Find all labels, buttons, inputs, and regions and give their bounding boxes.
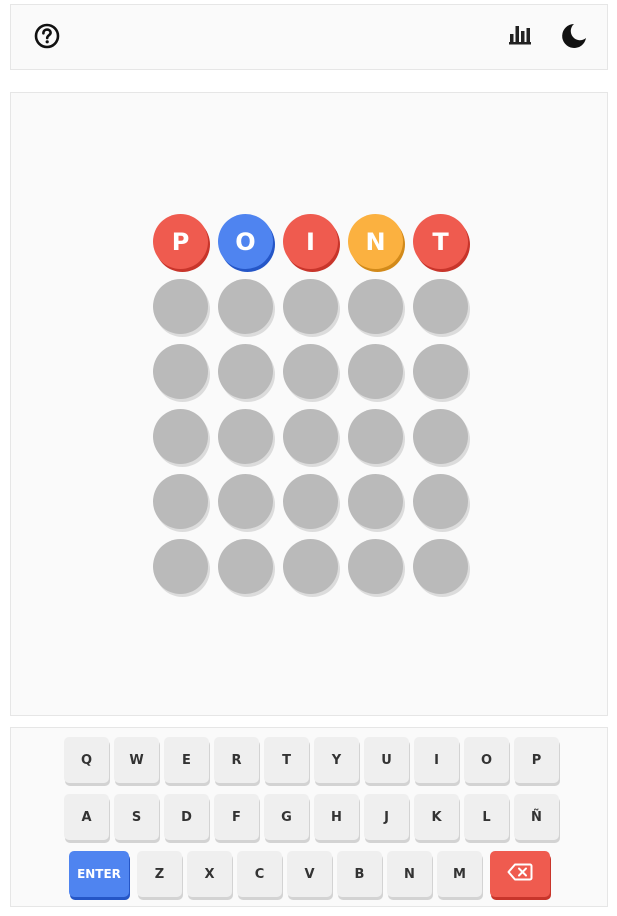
tile (218, 279, 273, 334)
tile (348, 409, 403, 464)
tile (348, 279, 403, 334)
key-x[interactable]: X (187, 851, 232, 897)
tile-grid: POINT (153, 214, 468, 594)
tile (413, 474, 468, 529)
key-o[interactable]: O (464, 737, 509, 783)
key-n[interactable]: N (387, 851, 432, 897)
tile (218, 409, 273, 464)
key-j[interactable]: J (364, 794, 409, 840)
key-v[interactable]: V (287, 851, 332, 897)
moon-icon[interactable] (558, 21, 588, 51)
tile (413, 279, 468, 334)
tile: T (413, 214, 468, 269)
backspace-icon (507, 863, 533, 885)
enter-key[interactable]: ENTER (69, 851, 129, 897)
tile (218, 474, 273, 529)
tile (153, 474, 208, 529)
tile (283, 539, 338, 594)
key-h[interactable]: H (314, 794, 359, 840)
key-y[interactable]: Y (314, 737, 359, 783)
key-k[interactable]: K (414, 794, 459, 840)
bar-chart-icon[interactable] (505, 21, 535, 51)
tile (413, 344, 468, 399)
tile: O (218, 214, 273, 269)
key-s[interactable]: S (114, 794, 159, 840)
key-e[interactable]: E (164, 737, 209, 783)
tile (348, 539, 403, 594)
top-bar (10, 4, 608, 70)
keyboard-row-2: ASDFGHJKLÑ (64, 794, 564, 840)
keyboard-row-3: ENTER ZXCVBNM (69, 851, 555, 897)
tile: P (153, 214, 208, 269)
tile: N (348, 214, 403, 269)
key-b[interactable]: B (337, 851, 382, 897)
help-circle-icon[interactable] (32, 21, 62, 51)
key-f[interactable]: F (214, 794, 259, 840)
tile: I (283, 214, 338, 269)
tile (283, 409, 338, 464)
key-u[interactable]: U (364, 737, 409, 783)
key-m[interactable]: M (437, 851, 482, 897)
tile (153, 344, 208, 399)
tile (348, 474, 403, 529)
key-w[interactable]: W (114, 737, 159, 783)
tile (283, 474, 338, 529)
tile (218, 539, 273, 594)
key-a[interactable]: A (64, 794, 109, 840)
key-z[interactable]: Z (137, 851, 182, 897)
key-i[interactable]: I (414, 737, 459, 783)
key-r[interactable]: R (214, 737, 259, 783)
key-p[interactable]: P (514, 737, 559, 783)
key-c[interactable]: C (237, 851, 282, 897)
tile (153, 279, 208, 334)
tile (283, 279, 338, 334)
tile (218, 344, 273, 399)
tile (153, 539, 208, 594)
key-q[interactable]: Q (64, 737, 109, 783)
tile (283, 344, 338, 399)
tile (153, 409, 208, 464)
key-g[interactable]: G (264, 794, 309, 840)
tile (348, 344, 403, 399)
key-t[interactable]: T (264, 737, 309, 783)
key-l[interactable]: L (464, 794, 509, 840)
on-screen-keyboard: QWERTYUIOP ASDFGHJKLÑ ENTER ZXCVBNM (10, 727, 608, 907)
tile (413, 409, 468, 464)
delete-key[interactable] (490, 851, 550, 897)
keyboard-row-1: QWERTYUIOP (64, 737, 564, 783)
key-ñ[interactable]: Ñ (514, 794, 559, 840)
tile (413, 539, 468, 594)
game-board: POINT (10, 92, 608, 716)
key-d[interactable]: D (164, 794, 209, 840)
